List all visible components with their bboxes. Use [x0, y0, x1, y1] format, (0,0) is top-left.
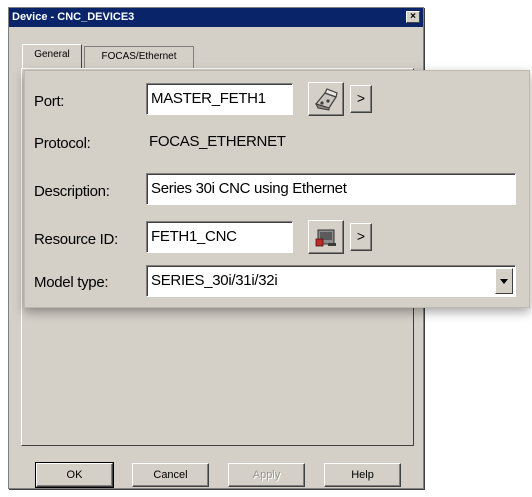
cancel-button[interactable]: Cancel	[132, 463, 209, 487]
help-button[interactable]: Help	[324, 463, 401, 487]
port-label: Port:	[34, 93, 65, 110]
general-form-zoom: Port: MASTER_FETH1 > Protocol: FOCAS_ETH…	[24, 70, 530, 308]
description-label: Description:	[34, 183, 110, 200]
resource-id-field[interactable]: FETH1_CNC	[146, 221, 293, 253]
chevron-down-icon[interactable]	[495, 268, 513, 294]
close-button[interactable]: ×	[406, 11, 420, 23]
close-icon: ×	[410, 11, 416, 22]
window-title: Device - CNC_DEVICE3	[12, 11, 135, 23]
title-bar: Device - CNC_DEVICE3 ×	[9, 8, 423, 27]
chevron-right-icon: >	[356, 228, 366, 244]
ok-button[interactable]: OK	[35, 462, 114, 488]
port-config-icon	[314, 88, 338, 111]
resource-id-label: Resource ID:	[34, 231, 118, 248]
model-type-value: SERIES_30i/31i/32i	[151, 272, 278, 289]
model-type-label: Model type:	[34, 274, 109, 291]
resource-config-button[interactable]	[308, 220, 344, 254]
tab-focas-ethernet[interactable]: FOCAS/Ethernet	[84, 46, 194, 68]
protocol-label: Protocol:	[34, 135, 91, 152]
port-more-button[interactable]: >	[350, 85, 372, 113]
tab-general[interactable]: General	[22, 44, 82, 68]
protocol-value: FOCAS_ETHERNET	[149, 133, 286, 150]
description-field[interactable]: Series 30i CNC using Ethernet	[146, 173, 516, 205]
port-config-button[interactable]	[308, 82, 344, 116]
port-field[interactable]: MASTER_FETH1	[146, 83, 293, 115]
resource-config-icon	[315, 229, 336, 247]
resource-more-button[interactable]: >	[350, 223, 372, 251]
chevron-right-icon: >	[356, 90, 366, 106]
model-type-select[interactable]: SERIES_30i/31i/32i	[146, 265, 516, 297]
apply-button[interactable]: Apply	[228, 463, 305, 487]
